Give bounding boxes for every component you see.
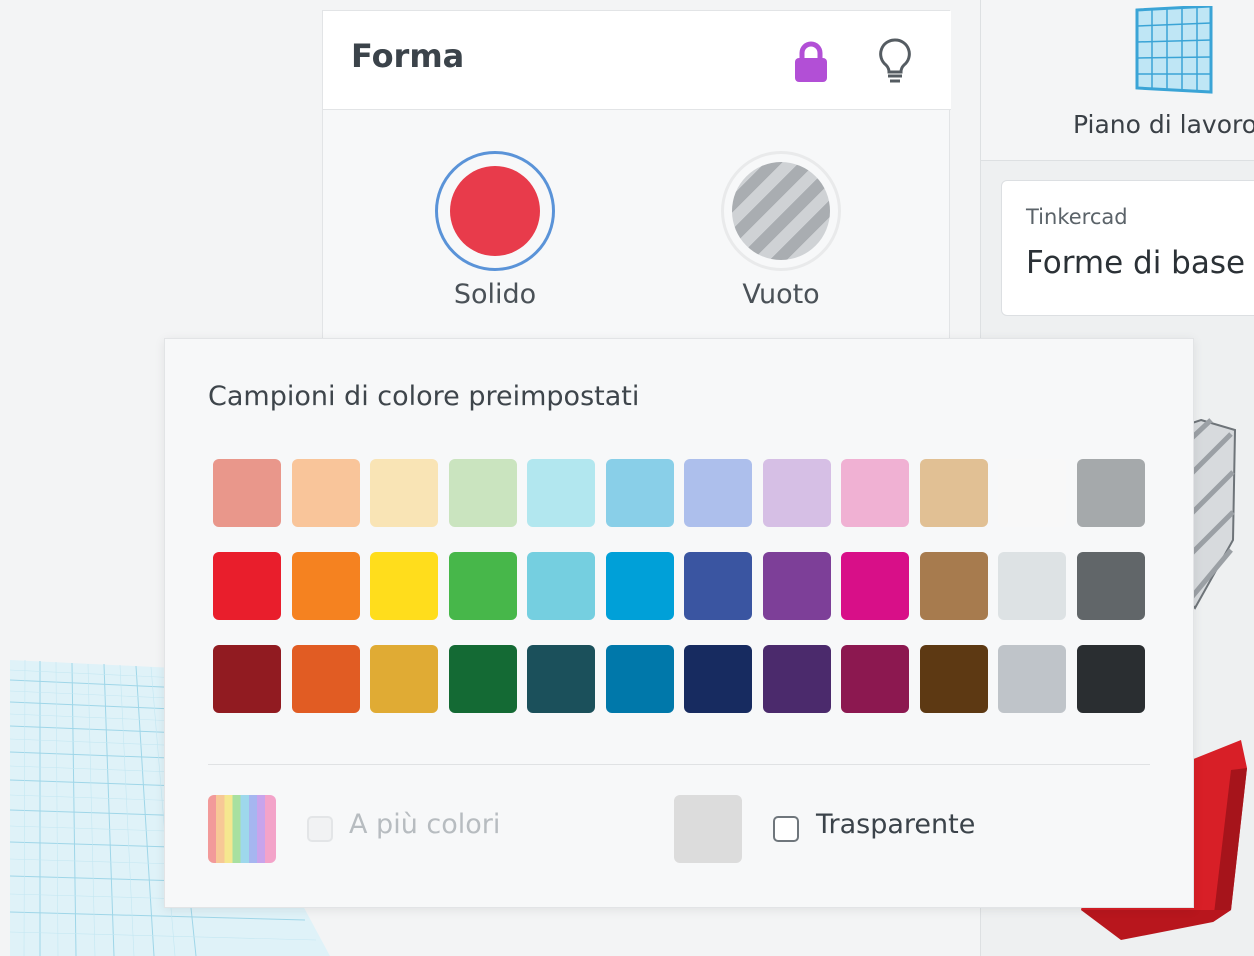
solid-option[interactable]: Solido bbox=[425, 151, 565, 331]
color-swatch[interactable] bbox=[919, 645, 988, 713]
shape-library-dropdown[interactable]: Tinkercad Forme di base bbox=[1001, 180, 1254, 316]
color-swatch[interactable] bbox=[527, 459, 595, 527]
color-swatch[interactable] bbox=[684, 552, 752, 620]
color-picker-popover: Campioni di colore preimpostati A più co… bbox=[164, 338, 1194, 908]
solid-color-swatch bbox=[450, 166, 540, 256]
color-swatch[interactable] bbox=[998, 459, 1066, 527]
hole-button[interactable] bbox=[721, 151, 841, 271]
color-swatch[interactable] bbox=[762, 645, 831, 713]
color-swatch[interactable] bbox=[291, 459, 360, 527]
hole-pattern-swatch bbox=[732, 162, 830, 260]
lock-icon[interactable] bbox=[793, 41, 829, 83]
color-swatch[interactable] bbox=[370, 552, 438, 620]
multicolor-swatch[interactable] bbox=[208, 795, 276, 863]
preset-colors-title: Campioni di colore preimpostati bbox=[208, 381, 640, 412]
color-swatch[interactable] bbox=[762, 459, 831, 527]
color-swatch[interactable] bbox=[1076, 459, 1145, 527]
color-swatch[interactable] bbox=[998, 645, 1066, 713]
color-swatch[interactable] bbox=[762, 552, 831, 620]
library-provider: Tinkercad bbox=[1026, 205, 1128, 229]
solid-color-button[interactable] bbox=[435, 151, 555, 271]
color-swatch[interactable] bbox=[919, 552, 988, 620]
color-swatch[interactable] bbox=[841, 459, 909, 527]
color-swatch[interactable] bbox=[1076, 552, 1145, 620]
color-swatch[interactable] bbox=[213, 552, 281, 620]
color-swatch[interactable] bbox=[605, 459, 674, 527]
color-swatch[interactable] bbox=[448, 645, 517, 713]
color-swatch[interactable] bbox=[527, 552, 595, 620]
lightbulb-icon[interactable] bbox=[877, 37, 913, 85]
transparent-label[interactable]: Trasparente bbox=[816, 809, 975, 840]
shape-panel-title: Forma bbox=[351, 37, 465, 75]
color-swatch[interactable] bbox=[684, 459, 752, 527]
shape-inspector-panel: Forma Solido Vuoto bbox=[322, 10, 951, 350]
color-swatch[interactable] bbox=[1076, 645, 1145, 713]
hole-label: Vuoto bbox=[742, 279, 820, 310]
color-swatch[interactable] bbox=[841, 645, 909, 713]
solid-label: Solido bbox=[453, 279, 537, 310]
color-swatch[interactable] bbox=[370, 459, 438, 527]
color-swatch[interactable] bbox=[998, 552, 1066, 620]
multicolor-label: A più colori bbox=[349, 809, 501, 840]
transparent-swatch[interactable] bbox=[674, 795, 742, 863]
workplane-button[interactable]: Piano di lavoro bbox=[981, 0, 1254, 161]
color-swatch[interactable] bbox=[448, 552, 517, 620]
shape-inspector-header: Forma bbox=[323, 11, 951, 110]
workplane-grid-icon bbox=[1135, 6, 1213, 94]
color-swatch[interactable] bbox=[841, 552, 909, 620]
transparent-checkbox[interactable] bbox=[773, 816, 799, 842]
color-swatch[interactable] bbox=[684, 645, 752, 713]
color-swatch[interactable] bbox=[213, 459, 281, 527]
color-swatch[interactable] bbox=[605, 645, 674, 713]
multicolor-checkbox[interactable] bbox=[307, 816, 333, 842]
color-swatch[interactable] bbox=[448, 459, 517, 527]
library-name: Forme di base bbox=[1026, 245, 1246, 281]
workplane-label: Piano di lavoro bbox=[1073, 110, 1254, 139]
color-swatch[interactable] bbox=[291, 645, 360, 713]
color-swatch[interactable] bbox=[291, 552, 360, 620]
color-swatch[interactable] bbox=[213, 645, 281, 713]
color-swatch[interactable] bbox=[527, 645, 595, 713]
color-swatch[interactable] bbox=[605, 552, 674, 620]
divider bbox=[208, 764, 1150, 765]
color-swatch[interactable] bbox=[919, 459, 988, 527]
color-swatch[interactable] bbox=[370, 645, 438, 713]
hole-option[interactable]: Vuoto bbox=[711, 151, 851, 331]
